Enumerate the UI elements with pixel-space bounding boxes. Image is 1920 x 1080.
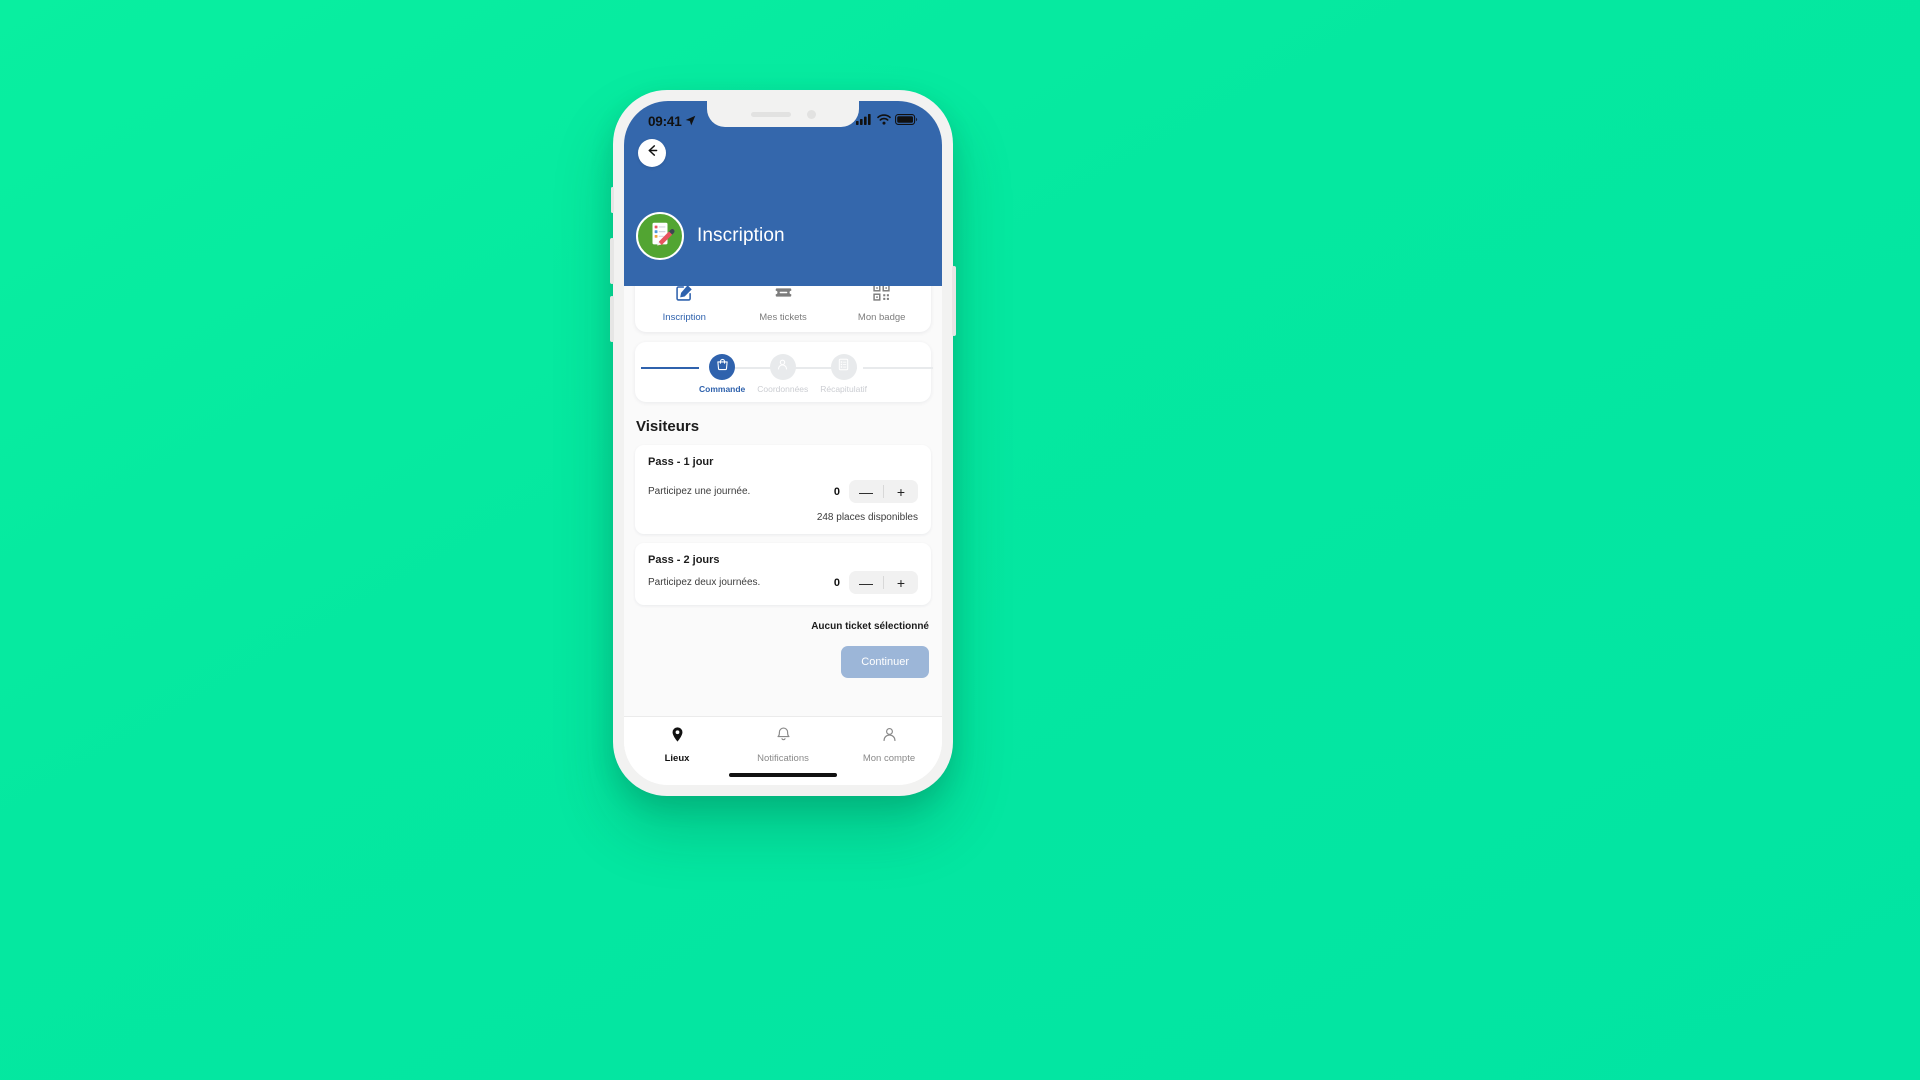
phone-volume-down-button[interactable] xyxy=(610,296,614,342)
nav-label: Mon compte xyxy=(862,753,916,764)
shopping-bag-icon xyxy=(716,358,729,376)
ticket-list: Pass - 1 jour Participez une journée. 0 … xyxy=(624,445,942,614)
person-outline-icon xyxy=(881,726,898,748)
nav-label: Lieux xyxy=(664,753,690,764)
continue-button[interactable]: Continuer xyxy=(841,646,929,678)
step-label: Récapitulatif xyxy=(820,384,867,394)
bottom-navigation: Lieux Notifications Mon compte xyxy=(624,716,942,768)
phone-mockup: 09:41 Inscription Inscription Mes ticket… xyxy=(610,90,956,796)
home-indicator[interactable] xyxy=(729,773,837,777)
phone-screen: 09:41 Inscription Inscription Mes ticket… xyxy=(624,101,942,785)
battery-full-icon xyxy=(895,112,918,130)
location-arrow-icon xyxy=(685,114,696,129)
earpiece-speaker xyxy=(750,111,791,117)
ticket-availability: 248 places disponibles xyxy=(816,512,918,523)
step-dot xyxy=(709,354,736,380)
ticket-card-pass-2-jours: Pass - 2 jours Participez deux journées.… xyxy=(635,543,931,605)
front-camera xyxy=(806,109,816,119)
status-bar-left: 09:41 xyxy=(648,114,696,129)
nav-item-mon-compte[interactable]: Mon compte xyxy=(836,726,942,764)
stepper-rail-end xyxy=(863,367,933,369)
arrow-left-icon xyxy=(645,143,660,163)
stepper-track: Commande Coordonnées Récapitulatif xyxy=(641,354,933,394)
phone-volume-up-button[interactable] xyxy=(610,238,614,284)
person-icon xyxy=(776,358,789,376)
step-coordonnees[interactable]: Coordonnées xyxy=(757,354,808,394)
section-tabs: Inscription Mes tickets Mon badge xyxy=(635,286,931,332)
status-bar-right xyxy=(856,112,918,130)
edit-square-icon xyxy=(675,286,694,307)
location-pin-icon xyxy=(669,726,686,748)
progress-stepper: Commande Coordonnées Récapitulatif xyxy=(635,342,933,402)
step-dot xyxy=(769,354,796,380)
step-label: Commande xyxy=(699,384,746,394)
quantity-controls: — + xyxy=(849,480,918,503)
qr-code-icon xyxy=(872,286,891,307)
page-body: Inscription Mes tickets Mon badge Comman… xyxy=(624,286,942,716)
checklist-icon xyxy=(837,358,850,376)
ticket-name: Pass - 1 jour xyxy=(648,456,714,468)
brand-block: Inscription xyxy=(636,212,785,260)
step-commande[interactable]: Commande xyxy=(699,354,745,394)
decrement-button[interactable]: — xyxy=(849,571,883,594)
wifi-icon xyxy=(877,112,891,130)
nav-item-lieux[interactable]: Lieux xyxy=(624,726,730,764)
phone-mute-switch[interactable] xyxy=(611,187,614,213)
step-recapitulatif[interactable]: Récapitulatif xyxy=(820,354,867,394)
step-label: Coordonnées xyxy=(757,384,809,394)
tab-mes-tickets[interactable]: Mes tickets xyxy=(734,286,833,323)
step-dot xyxy=(830,354,857,380)
tab-inscription[interactable]: Inscription xyxy=(635,286,734,323)
quantity-value: 0 xyxy=(833,485,840,498)
ticket-row: Participez deux journées. 0 — + xyxy=(648,571,918,594)
tab-label: Inscription xyxy=(662,312,706,323)
ticket-icon xyxy=(774,286,793,307)
decrement-button[interactable]: — xyxy=(849,480,883,503)
app-logo xyxy=(636,212,684,260)
tab-mon-badge[interactable]: Mon badge xyxy=(832,286,931,323)
tab-label: Mon badge xyxy=(857,312,906,323)
nav-label: Notifications xyxy=(757,753,809,764)
selection-summary: Aucun ticket sélectionné xyxy=(811,621,929,632)
section-heading: Visiteurs xyxy=(636,418,700,435)
stepper-rail-start xyxy=(641,367,699,369)
bell-icon xyxy=(775,726,792,748)
quantity-stepper: 0 — + xyxy=(832,571,918,594)
phone-power-button[interactable] xyxy=(952,266,956,336)
ticket-description: Participez deux journées. xyxy=(648,577,761,588)
page-title: Inscription xyxy=(697,225,785,246)
tab-label: Mes tickets xyxy=(759,312,807,323)
back-button[interactable] xyxy=(638,139,666,167)
cellular-signal-icon xyxy=(856,112,873,130)
ticket-row: Participez une journée. 0 — + xyxy=(648,480,918,503)
increment-button[interactable]: + xyxy=(884,571,918,594)
home-indicator-area xyxy=(624,768,942,785)
increment-button[interactable]: + xyxy=(884,480,918,503)
quantity-value: 0 xyxy=(833,576,840,589)
desktop-background: 09:41 Inscription Inscription Mes ticket… xyxy=(0,0,1920,1080)
continue-button-wrap: Continuer xyxy=(624,632,942,678)
ticket-description: Participez une journée. xyxy=(648,486,751,497)
quantity-stepper: 0 — + xyxy=(832,480,918,503)
ticket-name: Pass - 2 jours xyxy=(648,554,720,566)
phone-notch xyxy=(707,101,859,127)
app-header: 09:41 Inscription xyxy=(624,101,942,286)
quantity-controls: — + xyxy=(849,571,918,594)
ticket-card-pass-1-jour: Pass - 1 jour Participez une journée. 0 … xyxy=(635,445,931,534)
status-time-label: 09:41 xyxy=(648,113,682,129)
nav-item-notifications[interactable]: Notifications xyxy=(730,726,836,764)
clipboard-pencil-icon xyxy=(645,219,675,254)
